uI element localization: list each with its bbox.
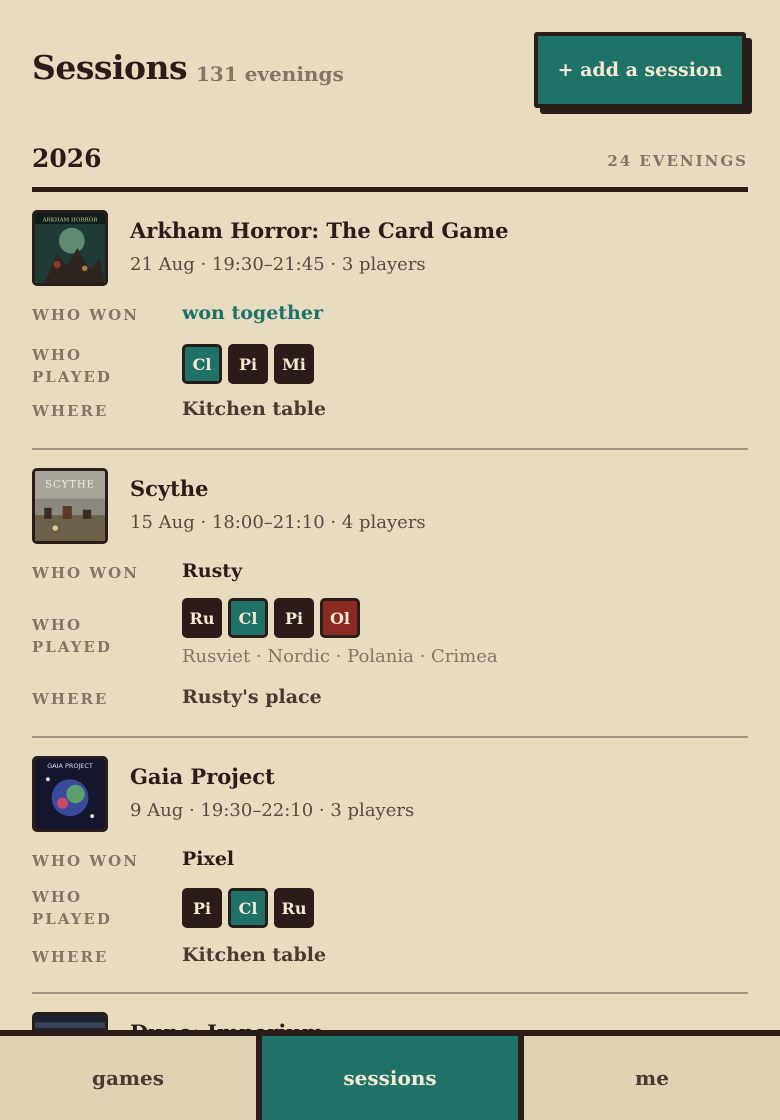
session-count: 131 evenings bbox=[196, 62, 344, 86]
session-location: Rusty's place bbox=[182, 686, 322, 708]
session-meta: 15 Aug · 18:00–21:10 · 4 players bbox=[130, 512, 426, 533]
who-played-label: WHO PLAYED bbox=[32, 346, 112, 386]
year-evenings-count: 24 EVENINGS bbox=[607, 152, 748, 170]
player-chip[interactable]: Ru bbox=[182, 598, 222, 638]
session-card[interactable]: SCYTHE Scythe 15 Aug · 18:00–21:10 · 4 p… bbox=[32, 468, 748, 738]
session-game-title[interactable]: Arkham Horror: The Card Game bbox=[130, 218, 509, 243]
player-chip[interactable]: Pi bbox=[274, 598, 314, 638]
who-played-label: WHO PLAYED bbox=[32, 888, 112, 928]
scythe-cover-icon: SCYTHE bbox=[32, 468, 108, 544]
add-session-button[interactable]: + add a session bbox=[534, 32, 746, 108]
who-won-label: WHO WON bbox=[32, 564, 139, 582]
scythe-cover-art: SCYTHE bbox=[35, 471, 105, 541]
tab-sessions[interactable]: sessions bbox=[256, 1036, 518, 1120]
session-winner: Rusty bbox=[182, 560, 243, 582]
player-chips: Cl Pi Mi bbox=[182, 344, 314, 384]
player-chips: Ru Cl Pi Ol bbox=[182, 598, 360, 638]
year-label: 2026 bbox=[32, 144, 102, 173]
player-chip[interactable]: Cl bbox=[228, 888, 268, 928]
player-chip[interactable]: Mi bbox=[274, 344, 314, 384]
session-card[interactable]: GAIA PROJECT Gaia Project 9 Aug · 19:30–… bbox=[32, 756, 748, 994]
year-section-header: 2026 24 EVENINGS bbox=[32, 140, 748, 192]
session-factions: Rusviet · Nordic · Polania · Crimea bbox=[182, 646, 498, 667]
session-game-title[interactable]: Scythe bbox=[130, 476, 208, 501]
player-chips: Pi Cl Ru bbox=[182, 888, 314, 928]
gaia-cover-text: GAIA PROJECT bbox=[47, 762, 93, 770]
page-title: Sessions bbox=[32, 48, 188, 87]
player-chip[interactable]: Pi bbox=[228, 344, 268, 384]
gaia-cover-icon: GAIA PROJECT bbox=[32, 756, 108, 832]
dune-cover-icon bbox=[32, 1012, 108, 1030]
player-chip[interactable]: Ru bbox=[274, 888, 314, 928]
where-label: WHERE bbox=[32, 948, 109, 966]
session-game-title[interactable]: Dune: Imperium bbox=[130, 1020, 324, 1030]
gaia-cover-art: GAIA PROJECT bbox=[35, 759, 105, 829]
page-header: Sessions 131 evenings + add a session bbox=[32, 32, 754, 122]
player-chip[interactable]: Pi bbox=[182, 888, 222, 928]
arkham-cover-icon: ARKHAM HORROR bbox=[32, 210, 108, 286]
who-won-label: WHO WON bbox=[32, 306, 139, 324]
player-chip[interactable]: Cl bbox=[228, 598, 268, 638]
session-winner: won together bbox=[182, 302, 323, 324]
session-meta: 9 Aug · 19:30–22:10 · 3 players bbox=[130, 800, 415, 821]
tab-games[interactable]: games bbox=[0, 1036, 256, 1120]
who-won-label: WHO WON bbox=[32, 852, 139, 870]
who-played-label: WHO PLAYED bbox=[32, 616, 112, 656]
session-card[interactable]: ARKHAM HORROR Arkham Horror: The Card Ga… bbox=[32, 210, 748, 450]
where-label: WHERE bbox=[32, 402, 109, 420]
sessions-page: Sessions 131 evenings + add a session 20… bbox=[0, 0, 780, 1030]
where-label: WHERE bbox=[32, 690, 109, 708]
session-location: Kitchen table bbox=[182, 944, 327, 966]
session-game-title[interactable]: Gaia Project bbox=[130, 764, 275, 789]
arkham-cover-text: ARKHAM HORROR bbox=[42, 217, 99, 223]
tab-me[interactable]: me bbox=[518, 1036, 780, 1120]
arkham-cover-art: ARKHAM HORROR bbox=[35, 213, 105, 283]
bottom-tab-bar: games sessions me bbox=[0, 1030, 780, 1120]
player-chip[interactable]: Cl bbox=[182, 344, 222, 384]
player-chip[interactable]: Ol bbox=[320, 598, 360, 638]
dune-cover-art bbox=[35, 1015, 105, 1030]
scythe-cover-text: SCYTHE bbox=[45, 480, 95, 491]
session-winner: Pixel bbox=[182, 848, 235, 870]
session-location: Kitchen table bbox=[182, 398, 327, 420]
session-meta: 21 Aug · 19:30–21:45 · 3 players bbox=[130, 254, 426, 275]
session-card[interactable]: Dune: Imperium bbox=[32, 1012, 748, 1030]
